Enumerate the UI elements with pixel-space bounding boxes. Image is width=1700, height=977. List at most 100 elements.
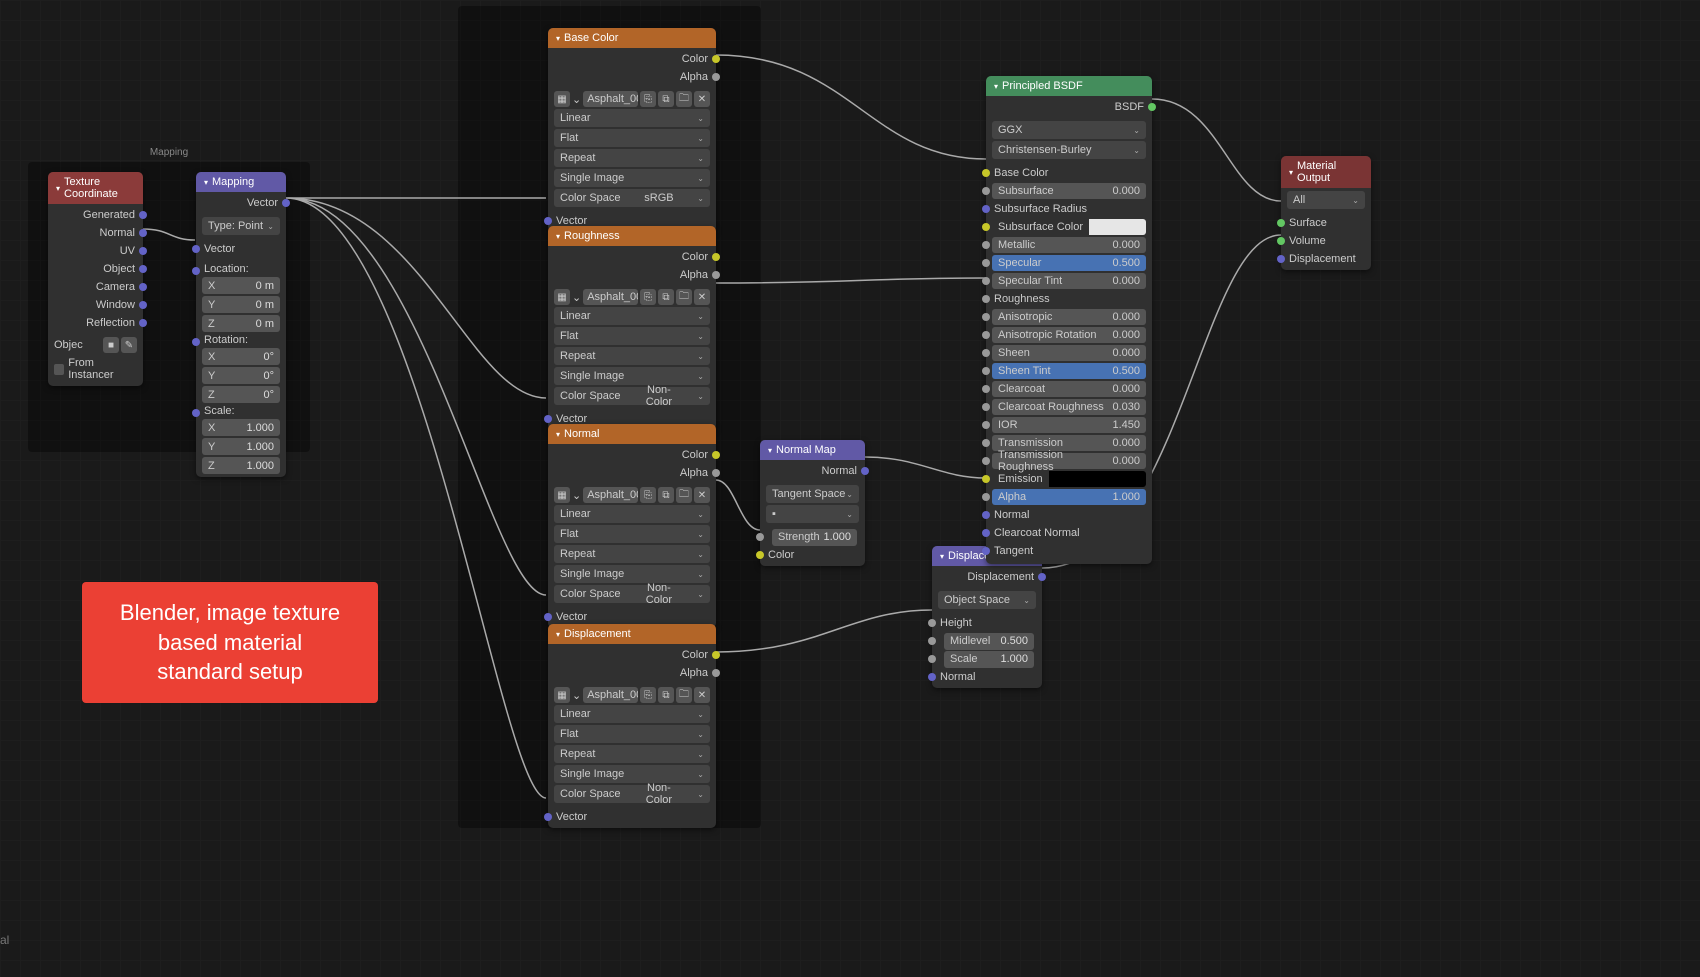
socket-normal-out[interactable]: Normal <box>760 462 865 480</box>
node-normal-map[interactable]: ▾Normal Map Normal Tangent Space⌄ ▪⌄ Str… <box>760 440 865 566</box>
rot-x[interactable]: X0° <box>202 348 280 365</box>
loc-x[interactable]: X0 m <box>202 277 280 294</box>
socket-vector-in[interactable]: Vector <box>196 240 286 258</box>
colorspace-select[interactable]: Color SpaceNon-Color⌄ <box>554 785 710 803</box>
socket-emit[interactable]: Emission <box>986 470 1152 488</box>
ext-select[interactable]: Repeat⌄ <box>554 545 710 563</box>
collapse-icon[interactable]: ▾ <box>56 184 60 193</box>
object-icon[interactable]: ■ <box>103 337 119 353</box>
image-icon[interactable]: ▦ <box>554 289 570 305</box>
new-icon[interactable]: ⧉ <box>658 91 674 107</box>
socket-sheent[interactable]: Sheen Tint0.500 <box>986 362 1152 380</box>
distribution-select[interactable]: GGX⌄ <box>992 121 1146 139</box>
ext-select[interactable]: Repeat⌄ <box>554 745 710 763</box>
rot-z[interactable]: Z0° <box>202 386 280 403</box>
socket-norm[interactable]: Normal <box>986 506 1152 524</box>
socket-bsdf-out[interactable]: BSDF <box>986 98 1152 116</box>
source-select[interactable]: Single Image⌄ <box>554 169 710 187</box>
socket-color[interactable]: Color <box>548 646 716 664</box>
socket-height[interactable]: Height <box>932 614 1042 632</box>
users-icon[interactable]: ⎘ <box>640 289 656 305</box>
socket-transr[interactable]: Transmission Roughness0.000 <box>986 452 1152 470</box>
ext-select[interactable]: Repeat⌄ <box>554 347 710 365</box>
node-tex-normal[interactable]: ▾NormalColorAlpha▦⌄Asphalt_004_..⎘⧉🗀✕Lin… <box>548 424 716 628</box>
interp-select[interactable]: Linear⌄ <box>554 705 710 723</box>
open-icon[interactable]: 🗀 <box>676 687 692 703</box>
socket-alpha[interactable]: Alpha1.000 <box>986 488 1152 506</box>
node-header[interactable]: ▾Roughness <box>548 226 716 246</box>
socket-volume[interactable]: Volume <box>1281 232 1371 250</box>
socket-displacement-out[interactable]: Displacement <box>932 568 1042 586</box>
interp-select[interactable]: Linear⌄ <box>554 307 710 325</box>
sss-method-select[interactable]: Christensen-Burley⌄ <box>992 141 1146 159</box>
type-select[interactable]: Type: Point⌄ <box>202 217 280 235</box>
interp-select[interactable]: Linear⌄ <box>554 505 710 523</box>
scale-z[interactable]: Z1.000 <box>202 457 280 474</box>
node-principled-bsdf[interactable]: ▾Principled BSDF BSDF GGX⌄ Christensen-B… <box>986 76 1152 564</box>
image-browse[interactable]: ▦⌄Asphalt_004_..⎘⧉🗀✕ <box>554 487 710 503</box>
loc-z[interactable]: Z0 m <box>202 315 280 332</box>
new-icon[interactable]: ⧉ <box>658 687 674 703</box>
unlink-icon[interactable]: ✕ <box>694 487 710 503</box>
socket-window[interactable]: Window <box>48 296 143 314</box>
loc-y[interactable]: Y0 m <box>202 296 280 313</box>
collapse-icon[interactable]: ▾ <box>994 82 998 91</box>
socket-aniso[interactable]: Anisotropic0.000 <box>986 308 1152 326</box>
node-header[interactable]: ▾Principled BSDF <box>986 76 1152 96</box>
scale-y[interactable]: Y1.000 <box>202 438 280 455</box>
users-icon[interactable]: ⎘ <box>640 487 656 503</box>
proj-select[interactable]: Flat⌄ <box>554 525 710 543</box>
proj-select[interactable]: Flat⌄ <box>554 725 710 743</box>
checkbox-icon[interactable] <box>54 364 64 375</box>
socket-ior[interactable]: IOR1.450 <box>986 416 1152 434</box>
socket-normal[interactable]: Normal <box>48 224 143 242</box>
new-icon[interactable]: ⧉ <box>658 289 674 305</box>
collapse-icon[interactable]: ▾ <box>1289 168 1293 177</box>
colorspace-select[interactable]: Color SpaceNon-Color⌄ <box>554 387 710 405</box>
node-header[interactable]: ▾Texture Coordinate <box>48 172 143 204</box>
proj-select[interactable]: Flat⌄ <box>554 129 710 147</box>
image-name[interactable]: Asphalt_004_.. <box>583 487 638 503</box>
socket-sheen[interactable]: Sheen0.000 <box>986 344 1152 362</box>
image-browse[interactable]: ▦⌄Asphalt_004_..⎘⧉🗀✕ <box>554 289 710 305</box>
socket-surface[interactable]: Surface <box>1281 214 1371 232</box>
socket-cnorm[interactable]: Clearcoat Normal <box>986 524 1152 542</box>
source-select[interactable]: Single Image⌄ <box>554 367 710 385</box>
socket-metal[interactable]: Metallic0.000 <box>986 236 1152 254</box>
socket-alpha[interactable]: Alpha <box>548 464 716 482</box>
rot-y[interactable]: Y0° <box>202 367 280 384</box>
node-texture-coordinate[interactable]: ▾Texture Coordinate Generated Normal UV … <box>48 172 143 386</box>
socket-clear[interactable]: Clearcoat0.000 <box>986 380 1152 398</box>
source-select[interactable]: Single Image⌄ <box>554 765 710 783</box>
collapse-icon[interactable]: ▾ <box>940 552 944 561</box>
socket-subcol[interactable]: Subsurface Color <box>986 218 1152 236</box>
socket-spec[interactable]: Specular0.500 <box>986 254 1152 272</box>
collapse-icon[interactable]: ▾ <box>204 178 208 187</box>
node-header[interactable]: ▾Normal Map <box>760 440 865 460</box>
open-icon[interactable]: 🗀 <box>676 91 692 107</box>
node-header[interactable]: ▾Normal <box>548 424 716 444</box>
new-icon[interactable]: ⧉ <box>658 487 674 503</box>
open-icon[interactable]: 🗀 <box>676 487 692 503</box>
space-select[interactable]: Object Space⌄ <box>938 591 1036 609</box>
socket-alpha[interactable]: Alpha <box>548 68 716 86</box>
socket-midlevel[interactable]: Midlevel0.500 <box>932 632 1042 650</box>
space-select[interactable]: Tangent Space⌄ <box>766 485 859 503</box>
node-header[interactable]: ▾Base Color <box>548 28 716 48</box>
socket-alpha[interactable]: Alpha <box>548 266 716 284</box>
node-mapping[interactable]: ▾Mapping Vector Type: Point⌄ Vector Loca… <box>196 172 286 477</box>
socket-base[interactable]: Base Color <box>986 164 1152 182</box>
node-tex-disp[interactable]: ▾DisplacementColorAlpha▦⌄Asphalt_004_..⎘… <box>548 624 716 828</box>
socket-object[interactable]: Object <box>48 260 143 278</box>
image-name[interactable]: Asphalt_004_.. <box>583 91 638 107</box>
node-tex-rough[interactable]: ▾RoughnessColorAlpha▦⌄Asphalt_004_..⎘⧉🗀✕… <box>548 226 716 430</box>
image-icon[interactable]: ▦ <box>554 487 570 503</box>
collapse-icon[interactable]: ▾ <box>768 446 772 455</box>
colorspace-select[interactable]: Color SpaceNon-Color⌄ <box>554 585 710 603</box>
socket-uv[interactable]: UV <box>48 242 143 260</box>
from-instancer-row[interactable]: From Instancer <box>54 355 137 383</box>
socket-camera[interactable]: Camera <box>48 278 143 296</box>
socket-normal[interactable]: Normal <box>932 668 1042 686</box>
unlink-icon[interactable]: ✕ <box>694 289 710 305</box>
node-header[interactable]: ▾Material Output <box>1281 156 1371 188</box>
